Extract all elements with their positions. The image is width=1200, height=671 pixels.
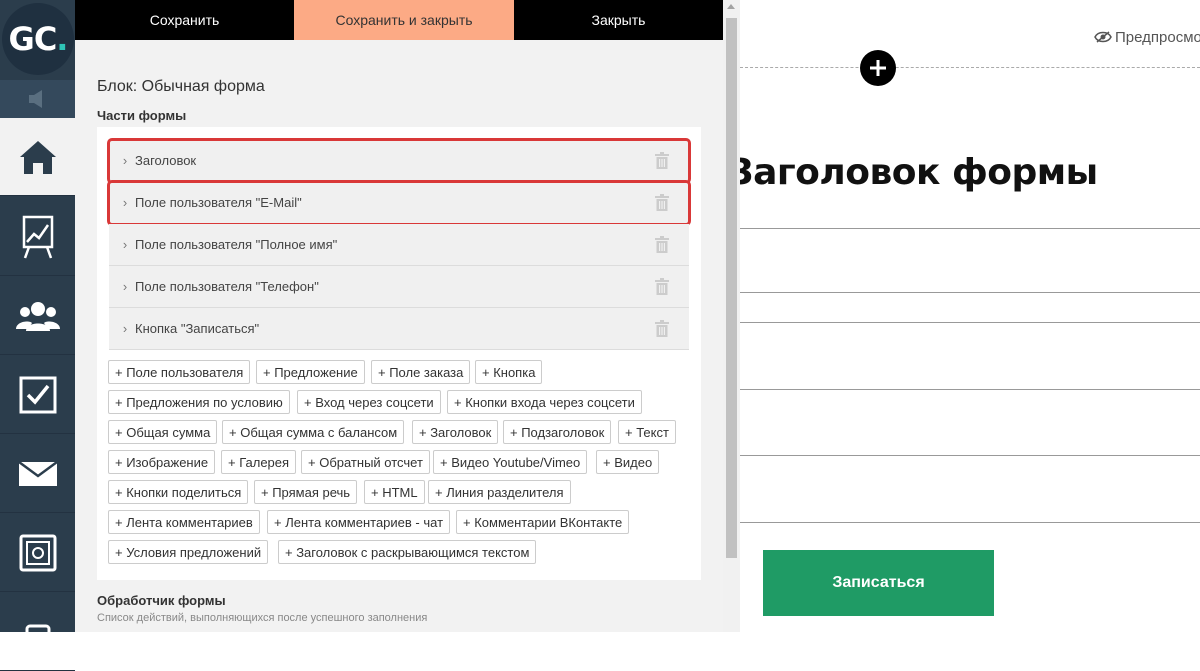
plus-icon xyxy=(870,60,886,76)
preview-field-line[interactable] xyxy=(740,228,1200,229)
scrollbar-thumb[interactable] xyxy=(726,18,737,558)
action-bar: Сохранить Сохранить и закрыть Закрыть xyxy=(75,0,723,40)
nav-item-users[interactable] xyxy=(0,277,75,355)
add-conditional-offers-button[interactable]: + Предложения по условию xyxy=(108,390,290,414)
left-nav: GC. xyxy=(0,0,75,671)
page-preview: Предпросмотр Заголовок формы Записаться xyxy=(740,0,1200,632)
trash-icon[interactable] xyxy=(655,194,669,211)
preview-field-line[interactable] xyxy=(740,292,1200,293)
chevron-right-icon[interactable]: › xyxy=(109,195,135,210)
chevron-right-icon[interactable]: › xyxy=(109,279,135,294)
form-handler-subtitle: Список действий, выполняющихся после усп… xyxy=(97,612,428,624)
add-subheading-button[interactable]: + Подзаголовок xyxy=(503,420,612,444)
block-divider xyxy=(740,67,1200,68)
block-title: Блок: Обычная форма xyxy=(97,78,265,95)
preview-field-line[interactable] xyxy=(740,322,1200,323)
mail-icon xyxy=(17,460,58,486)
form-part-item[interactable]: › Заголовок xyxy=(107,138,691,184)
trash-icon[interactable] xyxy=(655,278,669,295)
preview-link[interactable]: Предпросмотр xyxy=(1094,29,1200,46)
nav-item-sales[interactable] xyxy=(0,198,75,276)
home-icon xyxy=(19,140,56,174)
form-part-label: Поле пользователя "Полное имя" xyxy=(135,237,338,252)
add-comments-feed-button[interactable]: + Лента комментариев xyxy=(108,510,260,534)
trash-icon[interactable] xyxy=(655,236,669,253)
form-part-label: Кнопка "Записаться" xyxy=(135,321,260,336)
close-button[interactable]: Закрыть xyxy=(514,0,723,40)
nav-item-tasks[interactable] xyxy=(0,356,75,434)
preview-link-label: Предпросмотр xyxy=(1115,29,1200,46)
eye-icon xyxy=(1094,31,1112,43)
form-part-label: Поле пользователя "Телефон" xyxy=(135,279,319,294)
add-button-button[interactable]: + Кнопка xyxy=(475,360,543,384)
add-total-sum-button[interactable]: + Общая сумма xyxy=(108,420,218,444)
add-countdown-button[interactable]: + Обратный отсчет xyxy=(301,450,430,474)
preview-field-line[interactable] xyxy=(740,522,1200,523)
nav-item-home[interactable] xyxy=(0,118,75,196)
checkbox-icon xyxy=(19,376,56,413)
notifications-bar[interactable] xyxy=(0,80,75,118)
add-quote-button[interactable]: + Прямая речь xyxy=(254,480,358,504)
form-part-item[interactable]: › Поле пользователя "E-Mail" xyxy=(107,180,691,226)
users-icon xyxy=(15,301,60,331)
form-parts-heading: Части формы xyxy=(97,108,187,123)
add-order-field-button[interactable]: + Поле заказа xyxy=(371,360,471,384)
form-part-item[interactable]: › Кнопка "Записаться" xyxy=(109,308,689,350)
logo-mark: GC. xyxy=(2,3,74,75)
form-part-item[interactable]: › Поле пользователя "Полное имя" xyxy=(109,224,689,266)
logo-dot: . xyxy=(56,20,68,58)
add-social-login-button[interactable]: + Вход через соцсети xyxy=(297,390,441,414)
add-expandable-heading-button[interactable]: + Заголовок с раскрывающимся текстом xyxy=(278,540,537,564)
panel-scrollbar[interactable] xyxy=(723,0,740,632)
add-comments-chat-button[interactable]: + Лента комментариев - чат xyxy=(267,510,451,534)
nav-item-finance[interactable] xyxy=(0,514,75,592)
add-vk-comments-button[interactable]: + Комментарии ВКонтакте xyxy=(456,510,630,534)
preview-submit-button[interactable]: Записаться xyxy=(763,550,994,616)
trash-icon[interactable] xyxy=(655,152,669,169)
add-divider-button[interactable]: + Линия разделителя xyxy=(428,480,571,504)
save-and-close-button[interactable]: Сохранить и закрыть xyxy=(294,0,514,40)
add-image-button[interactable]: + Изображение xyxy=(108,450,216,474)
preview-form-title: Заголовок формы xyxy=(740,152,1098,193)
nav-item-mobile[interactable] xyxy=(0,593,75,671)
add-gallery-button[interactable]: + Галерея xyxy=(221,450,297,474)
save-button[interactable]: Сохранить xyxy=(75,0,294,40)
add-offer-button[interactable]: + Предложение xyxy=(256,360,365,384)
add-heading-button[interactable]: + Заголовок xyxy=(412,420,499,444)
add-social-login-buttons-button[interactable]: + Кнопки входа через соцсети xyxy=(447,390,642,414)
add-video-button[interactable]: + Видео xyxy=(596,450,660,474)
trash-icon[interactable] xyxy=(655,320,669,337)
add-total-with-balance-button[interactable]: + Общая сумма с балансом xyxy=(222,420,405,444)
form-part-item[interactable]: › Поле пользователя "Телефон" xyxy=(109,266,689,308)
add-text-button[interactable]: + Текст xyxy=(618,420,676,444)
logo-text: GC xyxy=(8,20,58,58)
chart-icon xyxy=(22,215,53,258)
add-html-button[interactable]: + HTML xyxy=(364,480,425,504)
megaphone-icon xyxy=(29,90,42,108)
safe-icon xyxy=(19,534,56,571)
add-block-button[interactable] xyxy=(860,50,896,86)
add-offer-terms-button[interactable]: + Условия предложений xyxy=(108,540,269,564)
preview-field-line[interactable] xyxy=(740,455,1200,456)
nav-item-mail[interactable] xyxy=(0,435,75,513)
add-youtube-video-button[interactable]: + Видео Youtube/Vimeo xyxy=(433,450,588,474)
logo[interactable]: GC. xyxy=(0,0,75,80)
chevron-right-icon[interactable]: › xyxy=(109,153,135,168)
form-handler-heading: Обработчик формы xyxy=(97,593,226,608)
scroll-up-arrow-icon[interactable] xyxy=(727,4,735,9)
form-part-label: Поле пользователя "E-Mail" xyxy=(135,195,302,210)
preview-field-line[interactable] xyxy=(740,389,1200,390)
chevron-right-icon[interactable]: › xyxy=(109,237,135,252)
add-user-field-button[interactable]: + Поле пользователя xyxy=(108,360,251,384)
block-editor-panel: Блок: Обычная форма Части формы › Заголо… xyxy=(75,40,723,632)
add-share-buttons-button[interactable]: + Кнопки поделиться xyxy=(108,480,249,504)
chevron-right-icon[interactable]: › xyxy=(109,321,135,336)
form-part-label: Заголовок xyxy=(135,153,197,168)
